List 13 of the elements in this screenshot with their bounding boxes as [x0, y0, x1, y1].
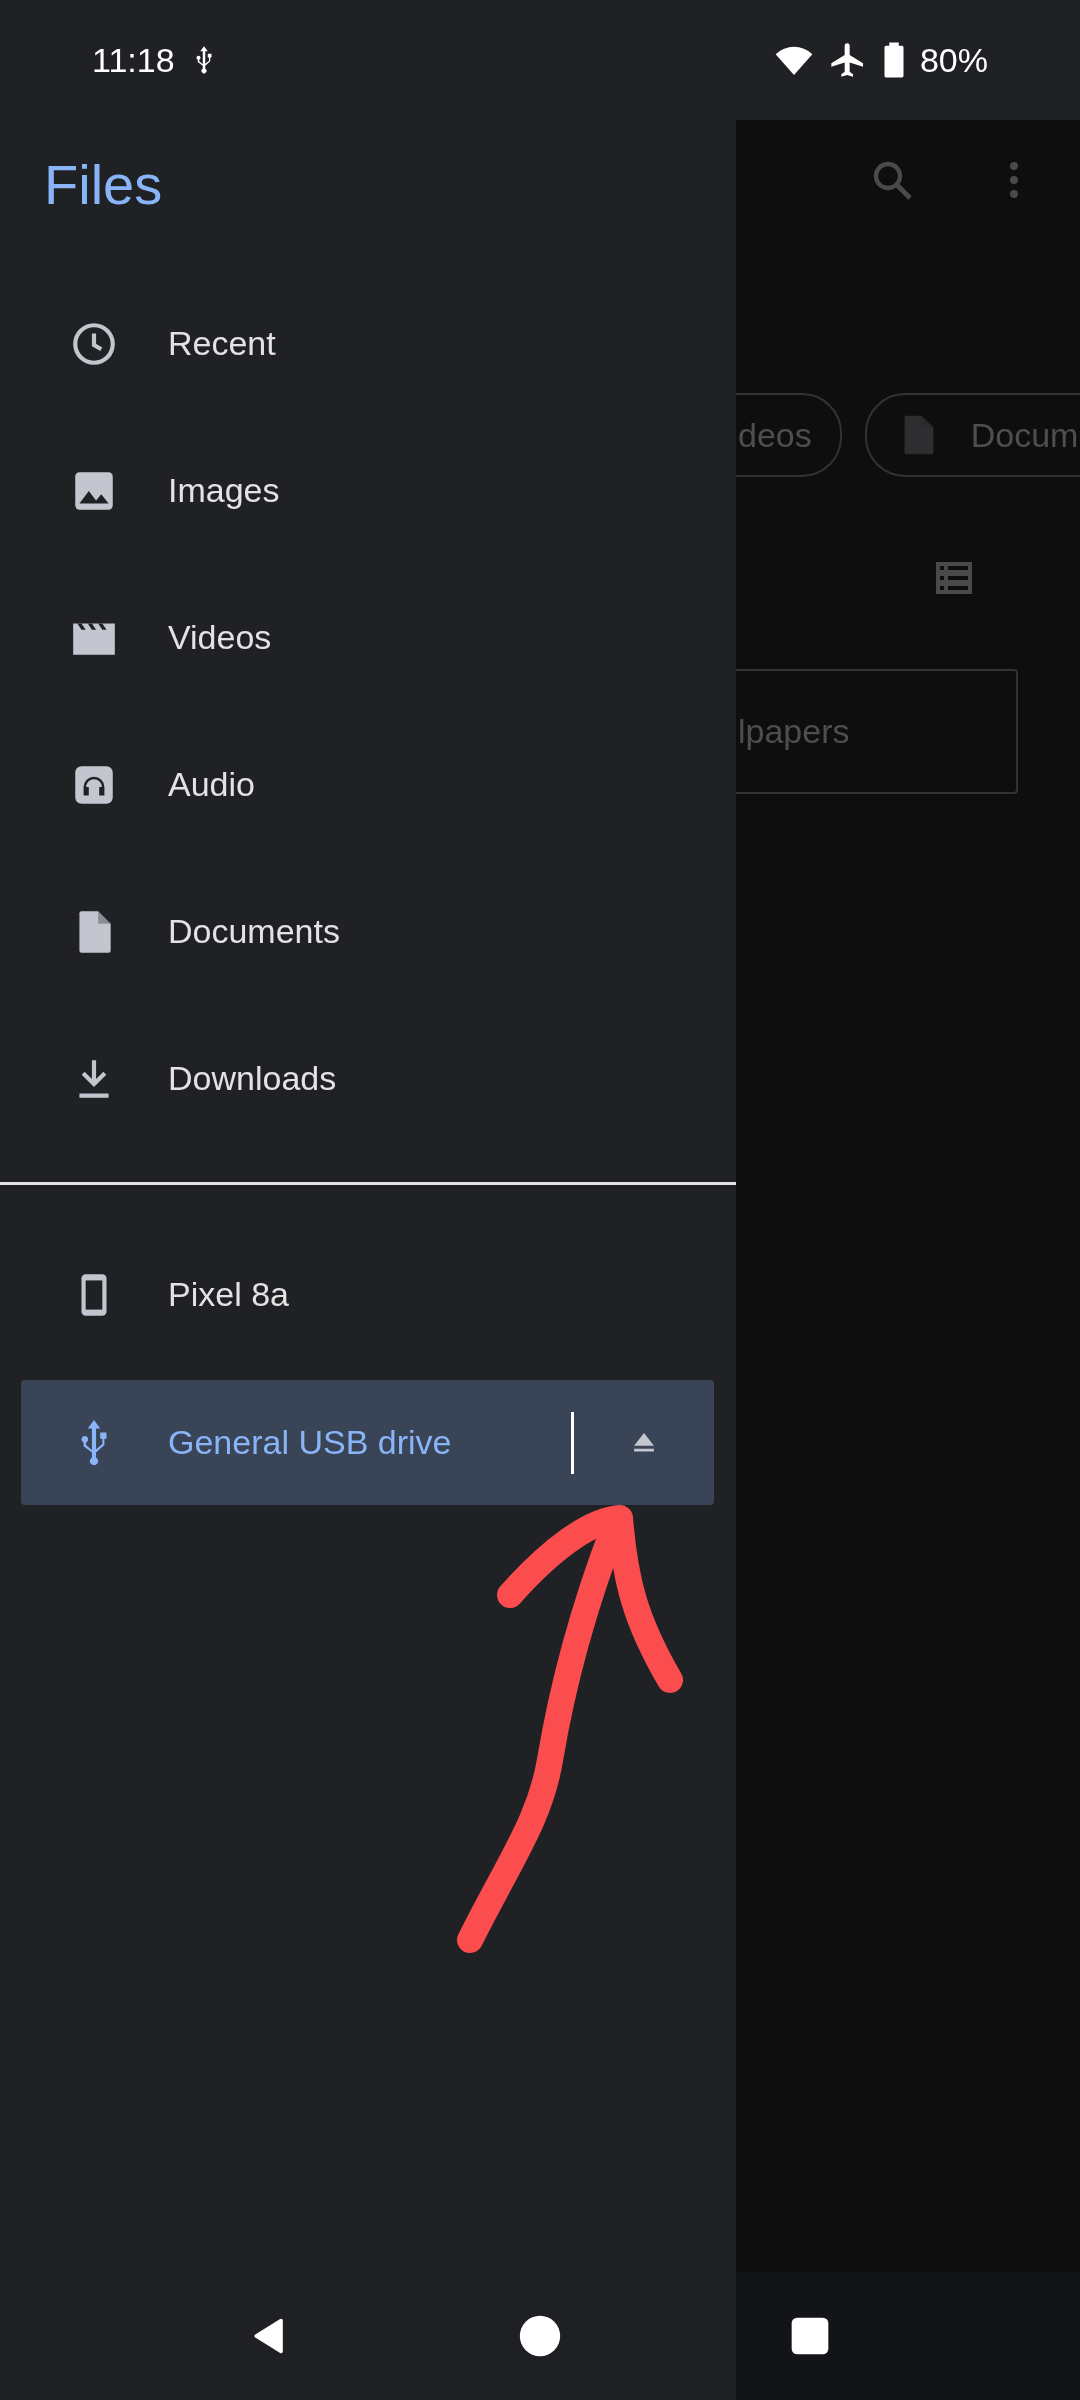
- device-item[interactable]: Pixel 8a: [0, 1217, 736, 1372]
- drawer-item[interactable]: Downloads: [0, 1005, 736, 1152]
- drawer-item[interactable]: Recent: [0, 270, 736, 417]
- drawer-item[interactable]: Audio: [0, 711, 736, 858]
- home-button[interactable]: [518, 2314, 562, 2358]
- status-time: 11:18: [92, 40, 175, 80]
- device-item[interactable]: General USB drive: [21, 1380, 714, 1505]
- drawer-item[interactable]: Documents: [0, 858, 736, 1005]
- drawer-item[interactable]: Images: [0, 417, 736, 564]
- drawer-item[interactable]: Videos: [0, 564, 736, 711]
- battery-level: 80%: [919, 40, 988, 80]
- app-title: Files: [43, 152, 164, 218]
- folder-name: lpapers: [738, 712, 850, 751]
